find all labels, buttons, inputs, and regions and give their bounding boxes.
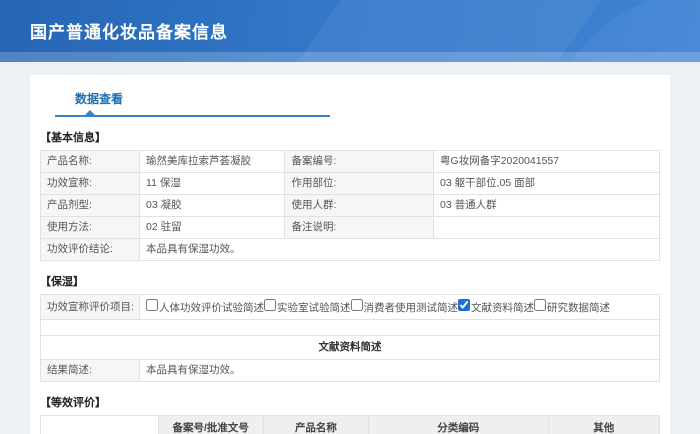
checkbox-label-consumer-use-test[interactable]: 消费者使用测试简述 xyxy=(364,302,459,314)
field-label-usage-method: 使用方法: xyxy=(41,217,140,239)
table-row: 产品名称: 瑜然美库拉索芦荟凝胶 备案编号: 粤G妆网备字2020041557 xyxy=(41,151,660,173)
field-label-application-site: 作用部位: xyxy=(285,173,434,195)
table-row: 产品剂型: 03 凝胶 使用人群: 03 普通人群 xyxy=(41,195,660,217)
field-value-filing-number: 粤G妆网备字2020041557 xyxy=(434,151,660,173)
tab-underline xyxy=(55,115,330,117)
checkbox-label-human-efficacy-test[interactable]: 人体功效评价试验简述 xyxy=(159,302,264,314)
checkbox-human-efficacy-test[interactable] xyxy=(146,299,158,311)
equiv-header-classification-code: 分类编码 xyxy=(369,416,549,434)
equiv-header-filing-approval-number: 备案号/批准文号 xyxy=(158,416,263,434)
tab-data-view[interactable]: 数据查看 xyxy=(65,88,133,115)
section-title-moisturizing: 【保湿】 xyxy=(40,273,660,289)
field-value-user-group: 03 普通人群 xyxy=(434,195,660,217)
equiv-header-blank xyxy=(41,416,159,434)
field-value-application-site: 03 躯干部位,05 面部 xyxy=(434,173,660,195)
field-value-efficacy-claim: 11 保湿 xyxy=(140,173,285,195)
banner-bottom-strip xyxy=(0,52,700,62)
equiv-header-product-name: 产品名称 xyxy=(263,416,368,434)
table-row: 使用方法: 02 驻留 备注说明: xyxy=(41,217,660,239)
field-label-efficacy-claim: 功效宣称: xyxy=(41,173,140,195)
checkbox-literature-summary[interactable] xyxy=(458,299,470,311)
checkbox-label-laboratory-test[interactable]: 实验室试验简述 xyxy=(277,302,351,314)
tab-bar: 数据查看 xyxy=(40,88,660,115)
checkbox-consumer-use-test[interactable] xyxy=(351,299,363,311)
checkbox-label-research-data-summary[interactable]: 研究数据简述 xyxy=(547,302,610,314)
table-row xyxy=(41,320,660,336)
field-label-evaluation-items: 功效宣称评价项目: xyxy=(41,295,140,320)
field-label-result-summary: 结果简述: xyxy=(41,360,140,382)
field-label-efficacy-conclusion: 功效评价结论: xyxy=(41,239,140,261)
spacer-row xyxy=(41,320,660,336)
table-row: 功效宣称评价项目: 人体功效评价试验简述 实验室试验简述 消费者使用测试简述文献资料… xyxy=(41,295,660,320)
page-header-banner: 国产普通化妆品备案信息 xyxy=(0,0,700,62)
field-label-product-name: 产品名称: xyxy=(41,151,140,173)
field-value-result-summary: 本品具有保湿功效。 xyxy=(140,360,660,382)
field-label-user-group: 使用人群: xyxy=(285,195,434,217)
evaluation-checkbox-group: 人体功效评价试验简述 实验室试验简述 消费者使用测试简述文献资料简述 研究数据简述 xyxy=(140,295,660,320)
tab-caret-icon xyxy=(85,110,95,115)
page-title: 国产普通化妆品备案信息 xyxy=(0,0,700,43)
field-label-product-form: 产品剂型: xyxy=(41,195,140,217)
literature-summary-heading: 文献资料简述 xyxy=(41,336,660,360)
table-row: 功效评价结论: 本品具有保湿功效。 xyxy=(41,239,660,261)
content-card: 数据查看 【基本信息】 产品名称: 瑜然美库拉索芦荟凝胶 备案编号: 粤G妆网备… xyxy=(30,75,670,434)
checkbox-laboratory-test[interactable] xyxy=(264,299,276,311)
equiv-header-other: 其他 xyxy=(548,416,659,434)
table-row: 文献资料简述 xyxy=(41,336,660,360)
table-header-row: 备案号/批准文号 产品名称 分类编码 其他 xyxy=(41,416,660,434)
checkbox-label-literature-summary[interactable]: 文献资料简述 xyxy=(471,302,534,314)
field-value-product-name: 瑜然美库拉索芦荟凝胶 xyxy=(140,151,285,173)
table-row: 结果简述: 本品具有保湿功效。 xyxy=(41,360,660,382)
section-title-basic-info: 【基本信息】 xyxy=(40,129,660,145)
moisturizing-table: 功效宣称评价项目: 人体功效评价试验简述实验室试验简述消费者使用测试简述文献资料… xyxy=(40,294,660,382)
field-value-remarks xyxy=(434,217,660,239)
section-title-equivalence: 【等效评价】 xyxy=(40,394,660,410)
field-value-product-form: 03 凝胶 xyxy=(140,195,285,217)
field-value-usage-method: 02 驻留 xyxy=(140,217,285,239)
basic-info-table: 产品名称: 瑜然美库拉索芦荟凝胶 备案编号: 粤G妆网备字2020041557 … xyxy=(40,150,660,261)
field-value-efficacy-conclusion: 本品具有保湿功效。 xyxy=(140,239,660,261)
field-label-filing-number: 备案编号: xyxy=(285,151,434,173)
equivalence-table: 备案号/批准文号 产品名称 分类编码 其他 xyxy=(40,415,660,434)
checkbox-research-data-summary[interactable] xyxy=(534,299,546,311)
table-row: 功效宣称: 11 保湿 作用部位: 03 躯干部位,05 面部 xyxy=(41,173,660,195)
field-label-remarks: 备注说明: xyxy=(285,217,434,239)
